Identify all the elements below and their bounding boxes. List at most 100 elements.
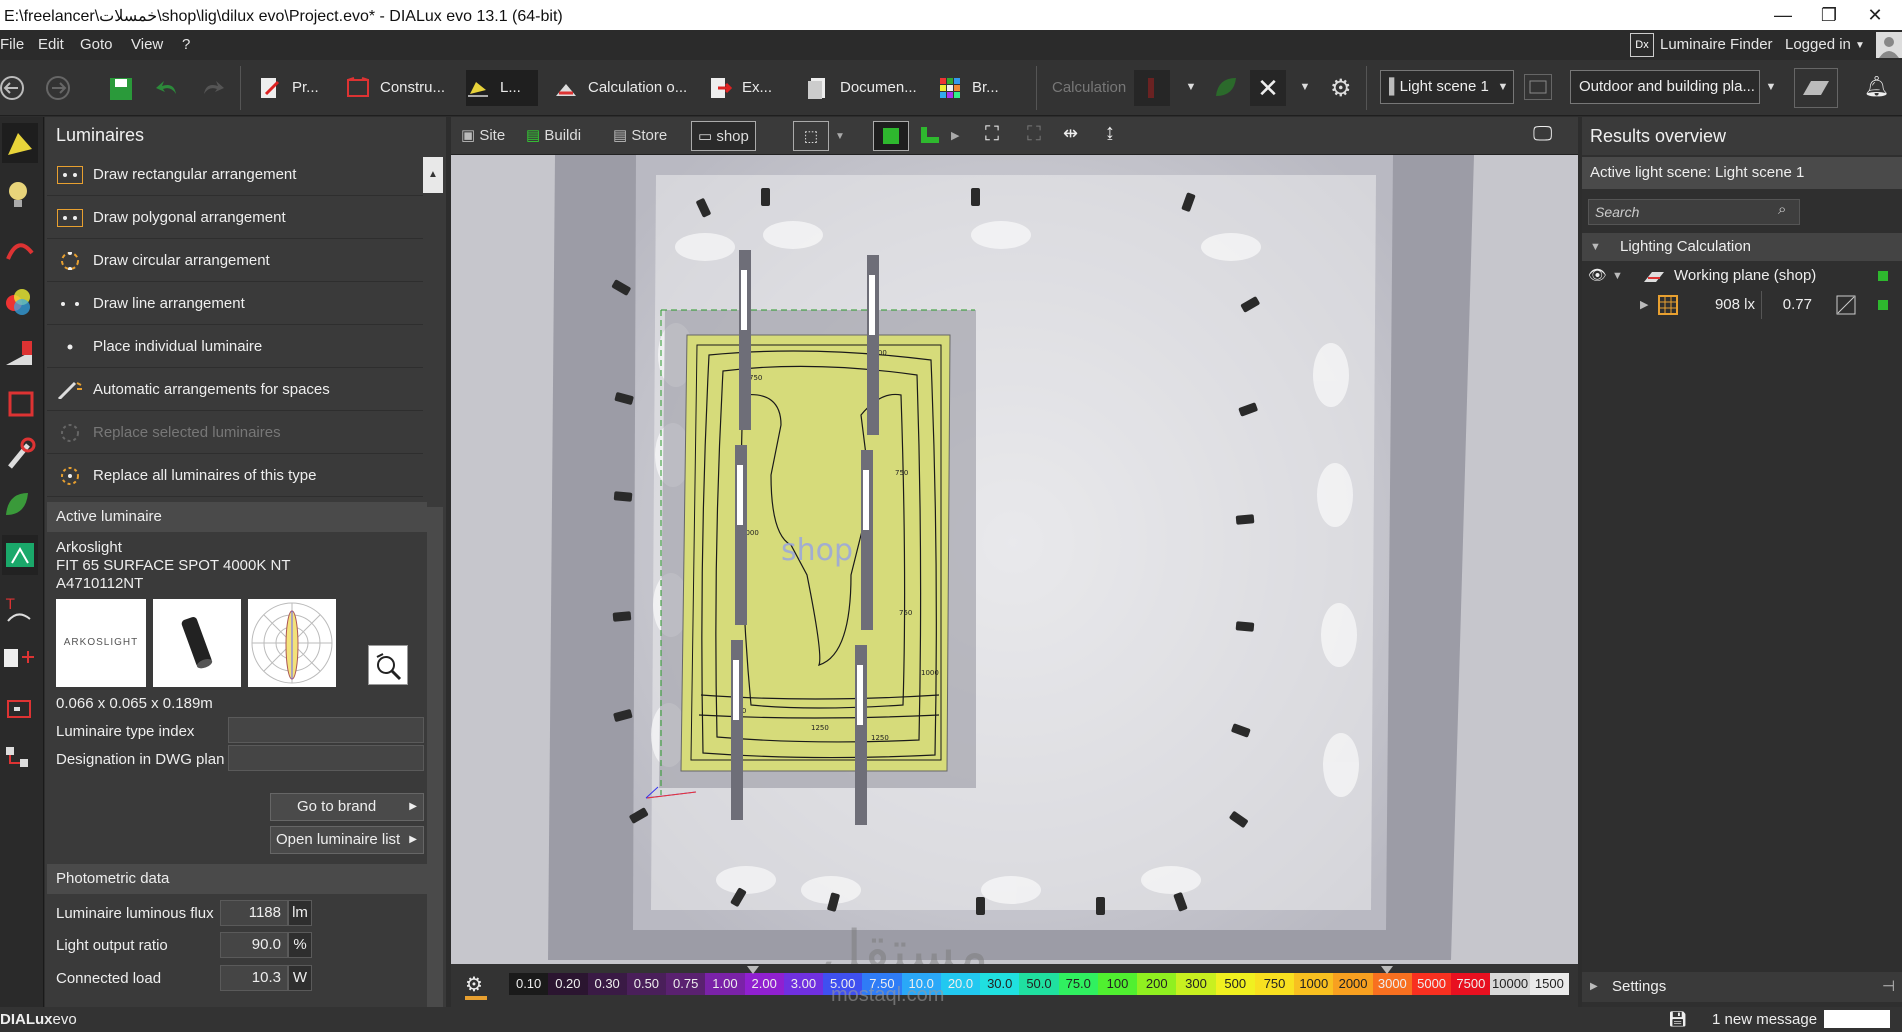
floppy-icon[interactable]: 💾︎ [1668, 1010, 1687, 1028]
panel-scroll-track[interactable] [427, 507, 443, 1007]
draw-rectangular-arrangement[interactable]: Draw rectangular arrangement [47, 154, 423, 196]
scale-min-handle[interactable] [747, 966, 759, 974]
search-icon[interactable]: ⌕ [1778, 201, 1786, 218]
open-luminaire-list-button[interactable]: Open luminaire list ▶ [270, 826, 424, 854]
measure-height-icon[interactable]: ↨ [1105, 121, 1115, 144]
gear-icon[interactable]: ⚙ [1330, 74, 1352, 103]
view-tab-storey[interactable]: ▤ Store [613, 121, 667, 151]
save-icon[interactable] [108, 76, 134, 106]
tools-icon[interactable] [2, 435, 38, 475]
selection-mode-icon[interactable]: ⬚ [793, 121, 829, 151]
go-to-brand-button[interactable]: Go to brand ▶ [270, 793, 424, 821]
minimize-button[interactable]: — [1760, 2, 1806, 28]
menu-help[interactable]: ? [182, 36, 190, 53]
new-message-text[interactable]: 1 new message [1712, 1011, 1817, 1028]
scale-settings-icon[interactable]: ⚙ [465, 972, 483, 997]
luminaire-type-index-input[interactable] [228, 717, 424, 743]
room-icon[interactable] [2, 383, 38, 423]
panel-scrollbar[interactable]: ▲ [423, 157, 443, 193]
replace-selected-luminaires[interactable]: Replace selected luminaires [47, 412, 423, 454]
undo-icon[interactable] [154, 78, 182, 104]
emergency-icon[interactable] [2, 535, 38, 575]
forward-icon[interactable] [46, 76, 74, 108]
text-tool-icon[interactable]: T [2, 589, 38, 629]
luminaire-tool-icon[interactable] [2, 123, 38, 163]
search-input[interactable]: Search [1588, 199, 1800, 225]
fit-view-icon[interactable]: ⛶ [985, 123, 999, 146]
energy-leaf-icon[interactable] [1212, 74, 1240, 106]
color-icon[interactable] [2, 281, 38, 321]
view-tab-site[interactable]: ▣ Site [461, 121, 505, 151]
expand-icon[interactable]: ▼ [1612, 262, 1623, 290]
monitor-icon[interactable]: 🖵︎ [1533, 123, 1552, 146]
tab-light[interactable]: L... [466, 70, 538, 106]
calculation-dropdown[interactable]: ▼ [1180, 70, 1202, 104]
3d-viewport[interactable]: 1000 750 1250 750 1000 750 1250 1000 750… [451, 155, 1578, 1005]
logged-in-menu[interactable]: Logged in [1785, 36, 1851, 53]
menu-view[interactable]: View [131, 36, 163, 53]
menu-goto[interactable]: Goto [80, 36, 113, 53]
outdoor-building-select[interactable]: Outdoor and building pla... [1570, 70, 1760, 104]
place-individual-luminaire[interactable]: Place individual luminaire [47, 326, 423, 368]
measure-width-icon[interactable]: ⇹ [1063, 123, 1078, 144]
expand-right-icon[interactable]: ▶ [1590, 972, 1598, 1002]
menu-edit[interactable]: Edit [38, 36, 64, 53]
measure-icon[interactable] [2, 639, 38, 679]
luminaire-finder-link[interactable]: Luminaire Finder [1660, 36, 1773, 53]
connected-load-value[interactable]: 10.3 [220, 965, 288, 991]
back-icon[interactable] [0, 76, 28, 108]
settings-section[interactable]: ▶ Settings ⊣ [1582, 972, 1902, 1002]
lighting-calculation-group[interactable]: ▼ Lighting Calculation [1582, 233, 1902, 261]
brand-logo[interactable]: ARKOSLIGHT [56, 599, 146, 687]
close-window-button[interactable]: ✕ [1852, 2, 1898, 28]
view-tab-shop[interactable]: ▭ shop [691, 121, 756, 151]
redo-icon[interactable] [200, 78, 228, 104]
notification-bell-icon[interactable]: 🔔︎ [1864, 74, 1889, 99]
view-dropdown[interactable]: ▶ [951, 129, 959, 142]
outdoor-dropdown[interactable]: ▼ [1760, 70, 1782, 104]
menu-file[interactable]: File [0, 36, 24, 53]
draw-circular-arrangement[interactable]: Draw circular arrangement [47, 240, 423, 282]
collapse-icon[interactable]: ▼ [1590, 233, 1601, 261]
light-scene-dropdown[interactable]: ▼ [1492, 70, 1514, 104]
3d-view-icon[interactable] [873, 121, 909, 151]
cancel-dropdown[interactable]: ▼ [1294, 70, 1316, 104]
result-value-row[interactable]: ▶ 908 lx 0.77 [1582, 291, 1902, 319]
replace-all-luminaires[interactable]: Replace all luminaires of this type [47, 455, 423, 497]
select-rect-icon[interactable] [2, 689, 38, 729]
dwg-designation-input[interactable] [228, 745, 424, 771]
room-render[interactable]: 1000 750 1250 750 1000 750 1250 1000 750… [451, 155, 1578, 1005]
curve-icon[interactable] [1836, 295, 1856, 315]
calculate-icon[interactable] [1134, 70, 1170, 106]
align-icon[interactable] [2, 737, 38, 777]
draw-line-arrangement[interactable]: Draw line arrangement [47, 283, 423, 325]
automatic-arrangements[interactable]: Automatic arrangements for spaces [47, 369, 423, 411]
light-path-icon[interactable] [2, 229, 38, 269]
view-tab-building[interactable]: ▤ Buildi [526, 121, 581, 151]
scale-legend[interactable]: 0.10 0.20 0.30 0.50 0.75 1.00 2.00 3.00 5.00 7.50… [509, 973, 1569, 995]
2d-view-icon[interactable] [913, 121, 949, 151]
grid-result-icon [1658, 295, 1678, 315]
working-plane-row[interactable]: 👁︎ ▼ Working plane (shop) [1582, 262, 1902, 290]
pin-icon[interactable]: ⊣ [1882, 972, 1895, 1002]
light-output-ratio-value[interactable]: 90.0 [220, 932, 288, 958]
replace-luminaire-icon[interactable] [368, 645, 408, 685]
light-scene-edit-icon[interactable] [1524, 74, 1552, 100]
daylight-icon[interactable] [2, 333, 38, 373]
user-avatar-icon[interactable] [1876, 32, 1902, 58]
luminaire-icon [468, 82, 488, 97]
plane-view-icon[interactable] [1794, 68, 1838, 108]
chevron-down-icon[interactable]: ▼ [1855, 40, 1865, 51]
cancel-calc-icon[interactable]: ✕ [1250, 70, 1286, 106]
expand-right-icon[interactable]: ▶ [1640, 291, 1648, 319]
scale-max-handle[interactable] [1381, 966, 1393, 974]
selection-dropdown[interactable]: ▼ [835, 131, 845, 142]
restore-button[interactable]: ❐ [1806, 2, 1852, 28]
bulb-icon[interactable] [2, 175, 38, 215]
luminous-flux-value[interactable]: 1188 [220, 900, 288, 926]
message-indicator[interactable] [1824, 1010, 1890, 1028]
draw-polygonal-arrangement[interactable]: Draw polygonal arrangement [47, 197, 423, 239]
fit-selection-icon[interactable]: ⛶ [1027, 123, 1041, 146]
eye-icon[interactable]: 👁︎ [1588, 262, 1607, 290]
leaf-brush-icon[interactable] [2, 485, 38, 525]
